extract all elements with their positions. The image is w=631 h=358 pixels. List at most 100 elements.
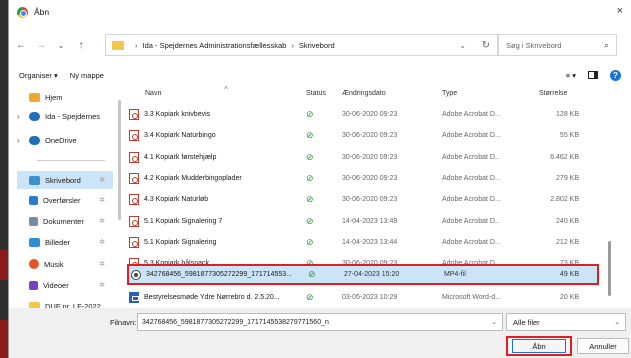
status-sync-icon: ⊘ [306,130,314,140]
status-sync-icon: ⊘ [306,152,314,162]
sidebar-item-home[interactable]: Hjem [17,88,113,106]
sidebar-item-downloads[interactable]: Overførsler ✲ [17,191,113,209]
pin-icon[interactable]: ✲ [99,260,105,268]
column-status[interactable]: Status [306,90,326,97]
file-type: Adobe Acrobat D... [442,111,501,118]
back-arrow-icon[interactable]: ← [13,40,29,51]
filename-input[interactable]: 342768456_5981877305272299_1717145538279… [137,313,503,331]
sidebar-item-label: Billeder [45,237,71,247]
column-name[interactable]: Navn [145,90,161,97]
file-size: 279 KB [556,175,579,182]
close-icon[interactable]: × [617,5,623,17]
cancel-button[interactable]: Annuller [577,338,629,354]
pin-icon[interactable]: ✲ [99,217,105,225]
command-bar: Organiser ▾ Ny mappe ≡ ▾ ? [9,66,631,84]
file-size: 49 KB [559,271,579,278]
column-size[interactable]: Størrelse [539,90,567,97]
table-row[interactable]: 3.4 Kopiark Naturbingo ⊘ 30-06-2020 09:2… [127,125,597,146]
file-name: 4.2 Kopiark Mudderbingoplader [144,175,242,182]
expand-chevron-icon[interactable]: › [17,136,27,145]
address-bar[interactable]: › Ida - Spejdernes Administrationsfælles… [105,34,499,56]
table-row[interactable]: 4.1 Kopiark førstehjælp ⊘ 30-06-2020 09:… [127,147,597,168]
sidebar-divider [37,160,105,161]
search-input[interactable]: Søg i Skrivebord ⌕ [497,34,617,56]
file-size: 6.462 KB [550,154,579,161]
sidebar-item-ida[interactable]: › Ida - Spejdernes [17,107,113,125]
table-row[interactable]: 3.3 Kopiark knivbevis ⊘ 30-06-2020 09:23… [127,104,597,125]
refresh-icon[interactable]: ↻ [482,40,490,51]
table-row[interactable]: 4.3 Kopiark Naturløb ⊘ 30-06-2020 09:23 … [127,189,597,210]
file-type: Microsoft Word-d... [442,294,501,301]
recent-locations-chevron-icon[interactable]: ⌄ [53,41,69,50]
pin-icon[interactable]: ✲ [99,176,105,184]
pin-icon[interactable]: ✲ [99,281,105,289]
music-icon [29,259,39,269]
navigation-bar: ← → ⌄ ↑ › Ida - Spejdernes Administratio… [9,32,631,58]
help-icon[interactable]: ? [610,69,621,81]
table-row[interactable]: 5.1 Kopiark Signalering 7 ⊘ 14-04-2023 1… [127,211,597,232]
chevron-down-icon: ⌄ [614,319,620,326]
up-arrow-icon[interactable]: ↑ [73,40,89,51]
file-type-filter[interactable]: Alle filer ⌄ [506,313,626,331]
new-folder-button[interactable]: Ny mappe [70,71,104,80]
column-date[interactable]: Ændringsdato [342,90,386,97]
dialog-title: Åbn [34,7,50,17]
file-type: MP4-fil [444,271,466,278]
file-date: 30-06-2020 09:23 [342,132,398,139]
pdf-file-icon [129,237,139,248]
organize-button[interactable]: Organiser ▾ [19,71,58,80]
chevron-down-icon[interactable]: ⌄ [491,318,497,326]
sidebar-item-desktop[interactable]: Skrivebord ✲ [17,171,113,189]
chevron-down-icon[interactable]: ⌄ [459,41,466,50]
sidebar-item-label: OneDrive [45,135,77,145]
download-icon [29,195,38,205]
sidebar-item-documents[interactable]: Dokumenter ✲ [17,212,113,230]
file-date: 14-04-2023 13:49 [342,218,398,225]
preview-pane-icon[interactable] [588,71,598,79]
sidebar-item-videos[interactable]: Videoer ✲ [17,276,113,294]
file-size: 128 KB [556,111,579,118]
folder-icon [112,40,124,50]
table-row[interactable]: 4.2 Kopiark Mudderbingoplader ⊘ 30-06-20… [127,168,597,189]
view-options-icon[interactable]: ≡ ▾ [566,71,576,80]
status-sync-icon: ⊘ [306,216,314,226]
file-size: 2.802 KB [550,196,579,203]
breadcrumb-skrivebord[interactable]: Skrivebord [299,41,335,50]
sidebar-item-label: Hjem [45,92,63,102]
sidebar-item-pictures[interactable]: Billeder ✲ [17,233,113,251]
search-icon: ⌕ [603,39,609,50]
sidebar-item-music[interactable]: Musik ✲ [17,255,113,273]
file-name: 3.3 Kopiark knivbevis [144,111,211,118]
video-file-icon [131,269,141,280]
sidebar-item-onedrive[interactable]: › OneDrive [17,131,113,149]
file-size: 212 KB [556,239,579,246]
open-button[interactable]: Åbn [506,336,572,356]
video-icon [29,280,38,290]
sort-ascending-icon: ^ [224,86,228,94]
search-placeholder: Søg i Skrivebord [506,40,562,50]
forward-arrow-icon[interactable]: → [33,40,49,51]
pin-icon[interactable]: ✲ [99,196,105,204]
column-type[interactable]: Type [442,90,457,97]
table-row[interactable]: 5.1 Kopiark Signalering ⊘ 14-04-2023 13:… [127,232,597,253]
expand-chevron-icon[interactable]: › [17,112,27,121]
pdf-file-icon [129,109,139,120]
document-icon [29,216,38,226]
file-name: 4.3 Kopiark Naturløb [144,196,209,203]
pdf-file-icon [129,173,139,184]
title-bar: Åbn × [9,0,631,24]
breadcrumb-ida[interactable]: Ida - Spejdernes Administrationsfællessk… [143,41,287,50]
dialog-footer: Filnavn: 342768456_5981877305272299_1717… [9,308,631,358]
table-row-selected[interactable]: 342768456_5981877305272299_171714553... … [127,264,599,285]
sidebar-item-label: Overførsler [43,195,81,205]
sidebar-scrollbar[interactable] [118,100,121,220]
filename-value: 342768456_5981877305272299_1717145538279… [142,318,329,326]
file-size: 20 KB [559,294,579,301]
chrome-app-icon [17,6,28,18]
file-list-scrollbar[interactable] [608,241,611,296]
file-date: 03-05-2023 10:29 [342,294,398,301]
pin-icon[interactable]: ✲ [99,238,105,246]
sidebar-item-label: Dokumenter [43,216,84,226]
file-size: 240 KB [556,218,579,225]
table-row[interactable]: Bestyrelsesmøde Ydre Nørrebro d. 2.5.20.… [127,287,597,306]
